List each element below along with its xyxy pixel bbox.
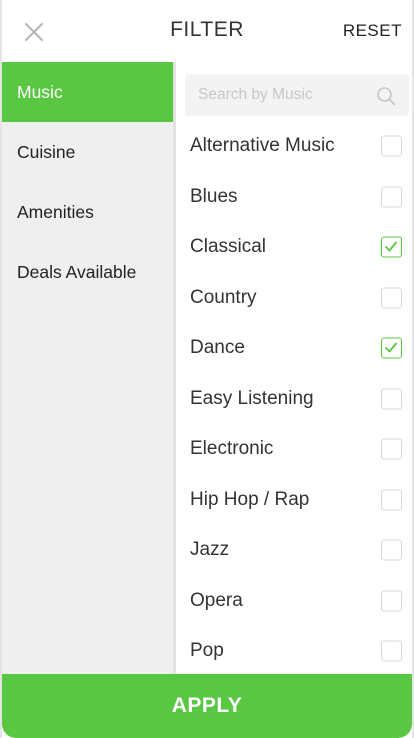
option-checkbox[interactable]	[381, 539, 402, 561]
apply-button[interactable]: APPLY	[2, 674, 412, 738]
options-panel: Alternative Music Blues Classical Country Da…	[176, 62, 412, 674]
option-checkbox[interactable]	[381, 287, 402, 309]
checkmark-icon	[385, 342, 397, 353]
option-label: Pop	[190, 640, 224, 662]
option-row[interactable]: Opera	[176, 576, 412, 627]
option-row[interactable]: Electronic	[176, 424, 412, 475]
option-label: Jazz	[190, 539, 230, 561]
option-label: Classical	[190, 236, 267, 258]
checkmark-icon	[385, 241, 397, 252]
header: FILTER RESET	[2, 0, 412, 62]
option-checkbox[interactable]	[381, 135, 402, 157]
option-label: Hip Hop / Rap	[190, 488, 310, 510]
option-checkbox[interactable]	[381, 186, 402, 208]
option-row[interactable]: Jazz	[176, 525, 412, 576]
sidebar-item-label: Cuisine	[17, 141, 76, 162]
category-sidebar: Music Cuisine Amenities Deals Available	[2, 62, 176, 674]
sidebar-item-deals-available[interactable]: Deals Available	[2, 242, 173, 302]
reset-button[interactable]: RESET	[343, 21, 402, 41]
sidebar-item-label: Amenities	[17, 201, 94, 222]
option-row[interactable]: Blues	[176, 172, 412, 223]
option-row[interactable]: Easy Listening	[176, 374, 412, 425]
option-checkbox[interactable]	[381, 337, 402, 359]
option-label: Easy Listening	[190, 387, 314, 409]
option-row[interactable]: Dance	[176, 323, 412, 374]
option-label: Electronic	[190, 438, 274, 460]
option-row[interactable]: Country	[176, 273, 412, 324]
option-checkbox[interactable]	[381, 590, 402, 612]
option-row[interactable]: Classical	[176, 222, 412, 273]
option-row[interactable]: Hip Hop / Rap	[176, 475, 412, 526]
sidebar-item-label: Music	[17, 81, 63, 102]
option-checkbox[interactable]	[381, 489, 402, 511]
option-checkbox[interactable]	[381, 438, 402, 460]
sidebar-item-label: Deals Available	[17, 261, 137, 282]
option-list: Alternative Music Blues Classical Country Da…	[176, 121, 412, 674]
option-label: Opera	[190, 589, 243, 611]
search-icon[interactable]	[376, 86, 396, 106]
option-checkbox[interactable]	[381, 640, 402, 662]
option-label: Blues	[190, 185, 238, 207]
option-checkbox[interactable]	[381, 388, 402, 410]
option-label: Dance	[190, 337, 245, 359]
option-label: Country	[190, 286, 257, 308]
search-box	[185, 74, 409, 116]
sidebar-item-music[interactable]: Music	[2, 62, 173, 122]
option-label: Alternative Music	[190, 135, 335, 157]
filter-screen: FILTER RESET Music Cuisine Amenities Dea…	[0, 0, 414, 738]
option-row[interactable]: Pop	[176, 626, 412, 674]
sidebar-item-cuisine[interactable]: Cuisine	[2, 122, 173, 182]
option-checkbox[interactable]	[381, 236, 402, 258]
sidebar-item-amenities[interactable]: Amenities	[2, 182, 173, 242]
option-row[interactable]: Alternative Music	[176, 121, 412, 172]
